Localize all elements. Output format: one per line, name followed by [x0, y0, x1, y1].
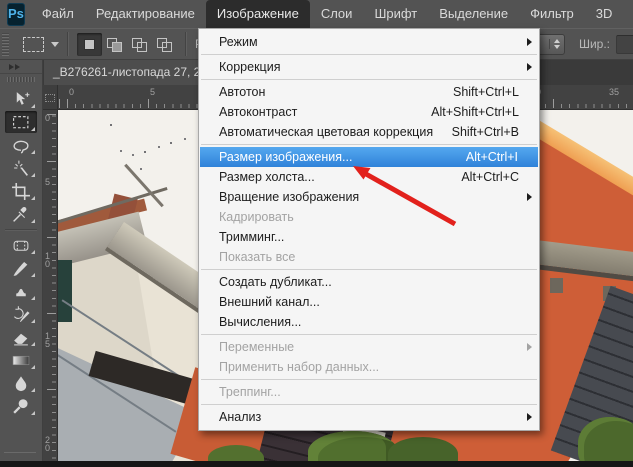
menubar-item-layers[interactable]: Слои [310, 0, 364, 28]
menu-item-analysis[interactable]: Анализ [199, 407, 539, 427]
blur-tool[interactable] [5, 372, 37, 394]
healing-brush-tool[interactable] [5, 234, 37, 256]
menubar-item-edit[interactable]: Редактирование [85, 0, 206, 28]
vruler-label: 0 [45, 114, 51, 122]
clone-stamp-tool[interactable] [5, 280, 37, 302]
tool-preset-picker[interactable] [23, 37, 59, 52]
divider [185, 32, 187, 56]
shortcut: Alt+Ctrl+I [466, 150, 530, 164]
subtract-from-selection-button[interactable] [127, 33, 152, 56]
shortcut: Shift+Ctrl+L [453, 85, 531, 99]
menu-item-apply-data-set[interactable]: Применить набор данных... [199, 357, 539, 377]
shortcut: Alt+Ctrl+C [461, 170, 531, 184]
photoshop-logo: Ps [7, 3, 25, 26]
menu-item-canvas-size[interactable]: Размер холста...Alt+Ctrl+C [199, 167, 539, 187]
divider [4, 452, 36, 453]
double-chevron-icon [9, 64, 14, 70]
eyedropper-tool[interactable] [5, 203, 37, 225]
menubar-item-select[interactable]: Выделение [428, 0, 519, 28]
menu-separator [201, 334, 537, 335]
menu-item-calculations[interactable]: Вычисления... [199, 312, 539, 332]
menubar-item-view[interactable]: Просмотр [623, 0, 633, 28]
menu-item-crop[interactable]: Кадрировать [199, 207, 539, 227]
menubar-item-type[interactable]: Шрифт [363, 0, 428, 28]
menu-separator [201, 404, 537, 405]
lasso-tool[interactable] [5, 134, 37, 156]
crop-tool[interactable] [5, 180, 37, 202]
options-bar-grip[interactable] [2, 32, 9, 56]
brush-tool[interactable] [5, 257, 37, 279]
submenu-arrow-icon [527, 38, 532, 46]
ruler-corner [43, 85, 58, 110]
divider [67, 32, 69, 56]
vruler-label: 20 [45, 436, 51, 452]
submenu-arrow-icon [527, 193, 532, 201]
menu-item-trap[interactable]: Треппинг... [199, 382, 539, 402]
menu-item-variables[interactable]: Переменные [199, 337, 539, 357]
new-selection-button[interactable] [77, 33, 102, 56]
menubar: Ps Файл Редактирование Изображение Слои … [0, 0, 633, 28]
menu-item-auto-contrast[interactable]: АвтоконтрастAlt+Shift+Ctrl+L [199, 102, 539, 122]
menu-item-auto-tone[interactable]: АвтотонShift+Ctrl+L [199, 82, 539, 102]
menubar-item-3d[interactable]: 3D [585, 0, 624, 28]
tools-panel [0, 60, 43, 461]
hruler-label: 5 [150, 87, 155, 97]
intersect-selection-button[interactable] [152, 33, 177, 56]
menu-item-apply-image[interactable]: Внешний канал... [199, 292, 539, 312]
submenu-arrow-icon [527, 63, 532, 71]
photo-birds [110, 124, 112, 126]
width-input[interactable] [616, 35, 633, 54]
vruler-label: 10 [45, 252, 51, 268]
gradient-tool[interactable] [5, 349, 37, 371]
ruler-origin-icon [45, 94, 55, 102]
submenu-arrow-icon [527, 343, 532, 351]
magic-wand-tool[interactable] [5, 157, 37, 179]
vertical-ruler[interactable]: 0 5 10 15 20 [43, 110, 58, 461]
new-selection-icon [84, 39, 95, 50]
shortcut: Shift+Ctrl+B [452, 125, 531, 139]
shortcut: Alt+Shift+Ctrl+L [431, 105, 531, 119]
menu-separator [201, 379, 537, 380]
rectangular-marquee-tool[interactable] [5, 111, 37, 133]
eraser-tool[interactable] [5, 326, 37, 348]
document-tab[interactable]: _B276261-листопада 27, 20 [44, 60, 209, 85]
submenu-arrow-icon [527, 413, 532, 421]
menubar-item-file[interactable]: Файл [31, 0, 85, 28]
menu-item-auto-color[interactable]: Автоматическая цветовая коррекцияShift+C… [199, 122, 539, 142]
history-brush-tool[interactable] [5, 303, 37, 325]
add-to-selection-button[interactable] [102, 33, 127, 56]
hruler-label: 35 [609, 87, 619, 97]
divider [5, 229, 37, 231]
vruler-label: 5 [45, 178, 51, 186]
menubar-item-image[interactable]: Изображение [206, 0, 310, 28]
dodge-tool[interactable] [5, 395, 37, 417]
menu-item-reveal-all[interactable]: Показать все [199, 247, 539, 267]
panel-collapse-button[interactable] [0, 60, 42, 74]
image-menu-dropdown: Режим Коррекция АвтотонShift+Ctrl+L Авто… [198, 28, 540, 431]
menu-separator [201, 79, 537, 80]
menu-separator [201, 54, 537, 55]
width-label: Шир.: [579, 37, 610, 51]
menu-item-image-size[interactable]: Размер изображения...Alt+Ctrl+I [200, 147, 538, 167]
move-tool[interactable] [5, 88, 37, 110]
bottom-bar [0, 461, 633, 467]
vruler-label: 15 [45, 332, 51, 348]
chevron-down-icon [51, 42, 59, 47]
menu-separator [201, 144, 537, 145]
menu-item-mode[interactable]: Режим [199, 32, 539, 52]
hruler-label: 0 [69, 87, 74, 97]
menubar-item-filter[interactable]: Фильтр [519, 0, 585, 28]
panel-grip[interactable] [7, 77, 35, 82]
menu-item-duplicate[interactable]: Создать дубликат... [199, 272, 539, 292]
menu-item-adjustments[interactable]: Коррекция [199, 57, 539, 77]
menu-separator [201, 269, 537, 270]
menu-item-image-rotation[interactable]: Вращение изображения [199, 187, 539, 207]
marquee-preset-icon [23, 37, 44, 52]
menu-item-trim[interactable]: Тримминг... [199, 227, 539, 247]
spinner-arrows-icon[interactable] [549, 39, 560, 49]
